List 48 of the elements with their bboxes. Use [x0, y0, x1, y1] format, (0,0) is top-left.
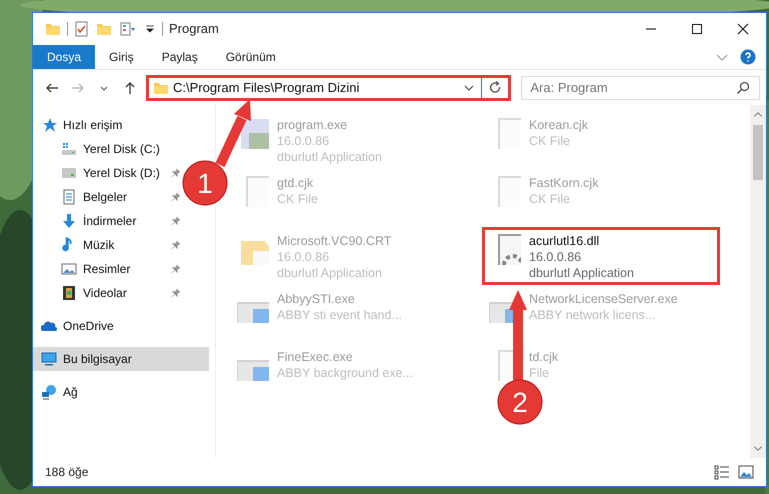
details-view-icon[interactable] [714, 464, 730, 480]
nav-item[interactable]: Hızlı erişim [33, 113, 185, 137]
ribbon-tab[interactable]: Giriş [95, 45, 148, 69]
help-icon[interactable] [740, 49, 756, 65]
ribbon-tab[interactable]: Görünüm [212, 45, 290, 69]
star-icon [41, 117, 57, 133]
nav-item[interactable]: Müzik [33, 233, 185, 257]
address-bar[interactable]: C:\Program Files\Program Dizini [146, 74, 512, 100]
window-title: Program [169, 20, 219, 38]
file-item[interactable]: acurlutl16.dll 16.0.0.86 dburlutl Application [482, 227, 720, 285]
nav-item[interactable]: Ağ [33, 380, 185, 404]
pin-icon[interactable] [170, 239, 182, 251]
scroll-thumb[interactable] [753, 125, 763, 180]
nav-item[interactable]: Bu bilgisayar [33, 347, 209, 371]
download-icon [61, 213, 77, 229]
nav-item[interactable]: Yerel Disk (C:) [33, 137, 185, 161]
nav-item[interactable]: Belgeler [33, 185, 185, 209]
drive-icon [61, 165, 77, 181]
nav-item[interactable]: Videolar [33, 281, 185, 305]
pin-icon[interactable] [170, 287, 182, 299]
pin-icon[interactable] [170, 167, 182, 179]
step-badge: 1 [182, 160, 228, 206]
step-badge: 2 [498, 380, 542, 424]
scrollbar[interactable] [750, 105, 766, 458]
arrow [215, 99, 251, 168]
checklist-icon[interactable] [74, 21, 90, 37]
ribbon-tab[interactable]: Paylaş [148, 45, 212, 69]
monitor-icon [41, 351, 57, 367]
item-count: 188 öğe [45, 464, 90, 481]
search-icon[interactable] [735, 80, 751, 96]
search-box[interactable]: Ara: Program [521, 76, 760, 100]
drive-icon [61, 141, 77, 157]
maximize-icon[interactable] [689, 21, 705, 37]
nav-item[interactable]: Yerel Disk (D:) [33, 161, 185, 185]
nav-item[interactable]: Resimler [33, 257, 185, 281]
pin-icon[interactable] [170, 191, 182, 203]
nav-item[interactable]: İndirmeler [33, 209, 185, 233]
tiles-view-icon[interactable] [738, 464, 754, 480]
film-icon [61, 285, 77, 301]
ribbon-tab[interactable]: Dosya [33, 45, 96, 69]
document-icon [61, 189, 77, 205]
close-icon[interactable] [735, 21, 751, 37]
nav-item[interactable]: OneDrive [33, 314, 185, 338]
picture-icon [61, 261, 77, 277]
pin-icon[interactable] [170, 263, 182, 275]
pin-icon[interactable] [170, 215, 182, 227]
properties-icon[interactable] [118, 21, 138, 37]
network-icon [41, 384, 57, 400]
